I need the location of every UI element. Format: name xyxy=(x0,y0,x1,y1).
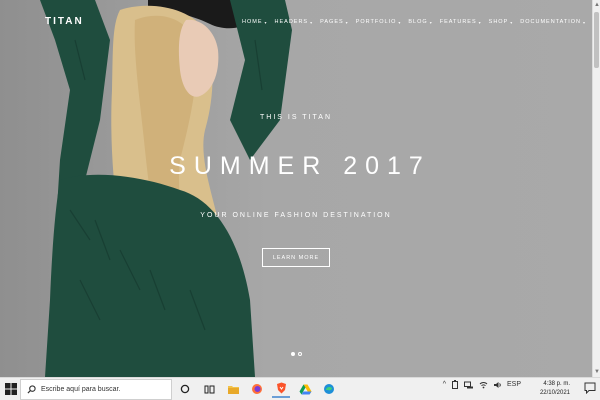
chevron-down-icon: ▾ xyxy=(345,19,349,25)
chevron-up-icon[interactable]: ^ xyxy=(443,381,446,388)
page-scrollbar[interactable]: ▲ ▼ xyxy=(592,0,600,377)
battery-icon[interactable] xyxy=(451,380,459,389)
hero-kicker: THIS IS TITAN xyxy=(259,114,333,121)
browser-viewport: TITAN HOME ▾ HEADERS ▾ PAGES ▾ PORTFOLIO ▾ B… xyxy=(0,0,592,377)
clock-date: 22/10/2021 xyxy=(539,390,570,396)
windows-start-icon[interactable] xyxy=(4,382,18,396)
clock-time: 4:38 p. m. xyxy=(543,381,570,387)
scroll-down-icon[interactable]: ▼ xyxy=(594,369,600,375)
learn-more-button[interactable]: LEARN MORE xyxy=(262,248,330,267)
chevron-down-icon: ▾ xyxy=(398,19,402,25)
notifications-icon[interactable] xyxy=(584,382,596,394)
wifi-icon[interactable] xyxy=(479,381,488,389)
nav-label: FEATURES xyxy=(439,19,477,25)
chevron-down-icon: ▾ xyxy=(478,19,482,25)
chevron-down-icon: ▾ xyxy=(310,19,314,25)
top-navbar: TITAN HOME ▾ HEADERS ▾ PAGES ▾ PORTFOLIO ▾ B… xyxy=(0,0,592,44)
nav-home[interactable]: HOME ▾ xyxy=(242,19,268,25)
taskbar-clock[interactable]: 4:38 p. m. 22/10/2021 xyxy=(540,380,570,398)
slider-dot-2[interactable] xyxy=(298,352,302,356)
nav-label: HOME xyxy=(242,19,263,25)
edge-icon[interactable] xyxy=(320,380,338,398)
search-placeholder: Escribe aquí para buscar. xyxy=(41,386,121,393)
nav-label: DOCUMENTATION xyxy=(520,19,582,25)
file-explorer-icon[interactable] xyxy=(224,380,242,398)
nav-label: HEADERS xyxy=(274,19,309,25)
nav-pages[interactable]: PAGES ▾ xyxy=(320,19,349,25)
hero-title: SUMMER 2017 xyxy=(169,152,431,180)
hero-model-image xyxy=(40,0,292,377)
search-icon xyxy=(27,385,36,394)
scroll-thumb[interactable] xyxy=(594,12,599,68)
hero-tagline: YOUR ONLINE FASHION DESTINATION xyxy=(200,212,392,219)
nav-label: PAGES xyxy=(320,19,344,25)
google-drive-icon[interactable] xyxy=(296,380,314,398)
taskbar-apps xyxy=(176,380,338,398)
nav-portfolio[interactable]: PORTFOLIO ▾ xyxy=(356,19,402,25)
nav-documentation[interactable]: DOCUMENTATION ▾ xyxy=(520,19,586,25)
nav-label: SHOP xyxy=(488,19,509,25)
slider-dots xyxy=(291,352,302,356)
main-nav: HOME ▾ HEADERS ▾ PAGES ▾ PORTFOLIO ▾ BLOG ▾ F… xyxy=(242,19,586,25)
firefox-icon[interactable] xyxy=(248,380,266,398)
nav-blog[interactable]: BLOG ▾ xyxy=(408,19,432,25)
volume-icon[interactable] xyxy=(493,381,502,389)
scroll-up-icon[interactable]: ▲ xyxy=(594,2,600,8)
network-icon[interactable] xyxy=(463,381,474,389)
chevron-down-icon: ▾ xyxy=(429,19,433,25)
brand-logo[interactable]: TITAN xyxy=(45,16,84,27)
nav-label: BLOG xyxy=(408,19,428,25)
nav-headers[interactable]: HEADERS ▾ xyxy=(275,19,314,25)
chevron-down-icon: ▾ xyxy=(264,19,268,25)
brave-browser-icon[interactable] xyxy=(272,380,290,398)
chevron-down-icon: ▾ xyxy=(583,19,587,25)
taskbar-search-input[interactable]: Escribe aquí para buscar. xyxy=(20,379,172,400)
nav-shop[interactable]: SHOP ▾ xyxy=(489,19,514,25)
nav-label: PORTFOLIO xyxy=(355,19,397,25)
cortana-icon[interactable] xyxy=(176,380,194,398)
input-language[interactable]: ESP xyxy=(507,381,521,388)
windows-taskbar: Escribe aquí para buscar. ^ ESP 4:38 p. … xyxy=(0,377,600,400)
nav-features[interactable]: FEATURES ▾ xyxy=(440,19,482,25)
chevron-down-icon: ▾ xyxy=(510,19,514,25)
slider-dot-1[interactable] xyxy=(291,352,295,356)
task-view-icon[interactable] xyxy=(200,380,218,398)
